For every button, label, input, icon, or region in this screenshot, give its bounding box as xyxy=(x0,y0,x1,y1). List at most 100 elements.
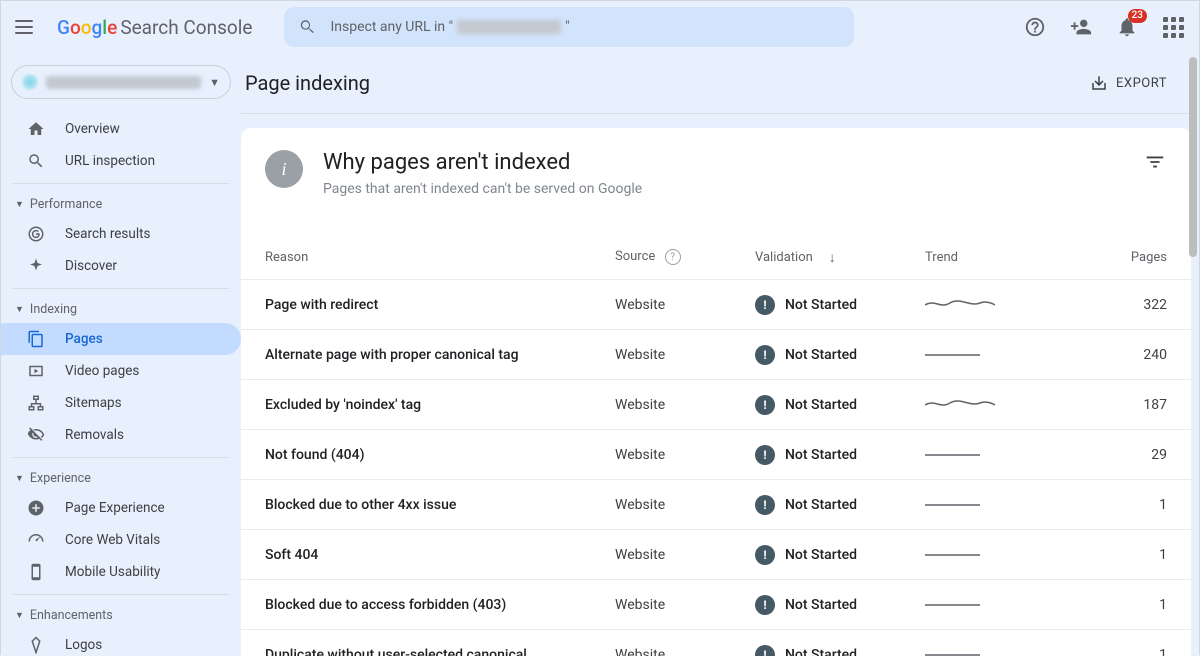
table-row[interactable]: Page with redirectWebsite!Not Started 322 xyxy=(241,279,1191,329)
sidebar-item-url-inspection[interactable]: URL inspection xyxy=(1,145,241,177)
warning-icon: ! xyxy=(755,645,775,656)
warning-icon: ! xyxy=(755,545,775,565)
cell-trend xyxy=(925,343,1055,367)
cell-reason: Page with redirect xyxy=(265,297,615,313)
cell-trend xyxy=(925,543,1055,567)
sidebar: ▼ Overview URL inspection ▼Performance S… xyxy=(1,53,241,656)
sparkline xyxy=(925,593,995,613)
table-row[interactable]: Soft 404Website!Not Started1 xyxy=(241,529,1191,579)
sparkline xyxy=(925,293,995,313)
cell-pages: 187 xyxy=(1055,397,1167,413)
redacted-property-name xyxy=(46,76,201,89)
cell-validation: !Not Started xyxy=(755,545,925,565)
sidebar-item-logos[interactable]: Logos xyxy=(1,629,241,656)
sidebar-item-discover[interactable]: Discover xyxy=(1,250,241,282)
warning-icon: ! xyxy=(755,395,775,415)
table-row[interactable]: Blocked due to access forbidden (403)Web… xyxy=(241,579,1191,629)
cell-reason: Not found (404) xyxy=(265,447,615,463)
sparkline xyxy=(925,443,995,463)
home-icon xyxy=(27,120,45,138)
cell-trend xyxy=(925,493,1055,517)
help-icon[interactable] xyxy=(1023,15,1047,39)
plus-circle-icon xyxy=(27,499,45,517)
card-subtitle: Pages that aren't indexed can't be serve… xyxy=(323,181,642,197)
notification-badge: 23 xyxy=(1128,9,1147,23)
cell-source: Website xyxy=(615,297,755,313)
scrollbar-thumb[interactable] xyxy=(1189,57,1197,257)
search-icon xyxy=(27,152,45,170)
visibility-off-icon xyxy=(27,426,45,444)
sidebar-item-cwv[interactable]: Core Web Vitals xyxy=(1,524,241,556)
sidebar-group-enhancements[interactable]: ▼Enhancements xyxy=(1,601,241,629)
url-inspect-search[interactable]: Inspect any URL in " " xyxy=(284,7,854,47)
menu-icon[interactable] xyxy=(15,15,39,39)
table-row[interactable]: Duplicate without user-selected canonica… xyxy=(241,629,1191,656)
sidebar-item-page-experience[interactable]: Page Experience xyxy=(1,492,241,524)
table-row[interactable]: Excluded by 'noindex' tagWebsite!Not Sta… xyxy=(241,379,1191,429)
sidebar-item-video-pages[interactable]: Video pages xyxy=(1,355,241,387)
property-favicon xyxy=(22,74,38,90)
cell-validation: !Not Started xyxy=(755,445,925,465)
col-pages[interactable]: Pages xyxy=(1055,250,1167,265)
col-reason[interactable]: Reason xyxy=(265,250,615,265)
apps-icon[interactable] xyxy=(1161,15,1185,39)
col-source[interactable]: Source ? xyxy=(615,249,755,266)
filter-icon[interactable] xyxy=(1143,150,1167,174)
search-icon xyxy=(298,18,316,36)
card-title: Why pages aren't indexed xyxy=(323,150,642,175)
logo[interactable]: Google Search Console xyxy=(57,16,252,39)
sidebar-item-removals[interactable]: Removals xyxy=(1,419,241,451)
why-not-indexed-card: i Why pages aren't indexed Pages that ar… xyxy=(241,128,1191,656)
download-icon xyxy=(1090,74,1108,92)
sidebar-item-sitemaps[interactable]: Sitemaps xyxy=(1,387,241,419)
sidebar-item-pages[interactable]: Pages xyxy=(1,323,241,355)
cell-source: Website xyxy=(615,497,755,513)
cell-pages: 29 xyxy=(1055,447,1167,463)
sidebar-group-performance[interactable]: ▼Performance xyxy=(1,190,241,218)
property-selector[interactable]: ▼ xyxy=(11,65,231,99)
cell-source: Website xyxy=(615,597,755,613)
help-icon[interactable]: ? xyxy=(665,249,681,265)
sparkline xyxy=(925,343,995,363)
cell-validation: !Not Started xyxy=(755,645,925,656)
table-row[interactable]: Alternate page with proper canonical tag… xyxy=(241,329,1191,379)
users-icon[interactable] xyxy=(1069,15,1093,39)
sort-desc-icon: ↓ xyxy=(829,249,836,266)
sidebar-item-search-results[interactable]: Search results xyxy=(1,218,241,250)
redacted-property-url xyxy=(457,20,561,34)
cell-reason: Soft 404 xyxy=(265,547,615,563)
sidebar-item-overview[interactable]: Overview xyxy=(1,113,241,145)
sitemap-icon xyxy=(27,394,45,412)
cell-reason: Excluded by 'noindex' tag xyxy=(265,397,615,413)
table-row[interactable]: Not found (404)Website!Not Started 29 xyxy=(241,429,1191,479)
sparkline xyxy=(925,543,995,563)
export-button[interactable]: EXPORT xyxy=(1090,74,1167,92)
notifications-icon[interactable]: 23 xyxy=(1115,15,1139,39)
topbar: Google Search Console Inspect any URL in… xyxy=(1,1,1199,53)
discover-icon xyxy=(27,257,45,275)
col-validation[interactable]: Validation ↓ xyxy=(755,249,925,266)
cell-source: Website xyxy=(615,547,755,563)
cell-reason: Blocked due to other 4xx issue xyxy=(265,497,615,513)
sidebar-group-indexing[interactable]: ▼Indexing xyxy=(1,295,241,323)
table-row[interactable]: Blocked due to other 4xx issueWebsite!No… xyxy=(241,479,1191,529)
cell-pages: 322 xyxy=(1055,297,1167,313)
cell-validation: !Not Started xyxy=(755,495,925,515)
content-area: Page indexing EXPORT i Why pages aren't … xyxy=(241,53,1199,656)
sidebar-item-mobile[interactable]: Mobile Usability xyxy=(1,556,241,588)
warning-icon: ! xyxy=(755,495,775,515)
cell-reason: Blocked due to access forbidden (403) xyxy=(265,597,615,613)
cell-trend xyxy=(925,443,1055,467)
cell-source: Website xyxy=(615,397,755,413)
col-trend[interactable]: Trend xyxy=(925,250,1055,265)
table-header: Reason Source ? Validation ↓ Trend Pages xyxy=(241,235,1191,279)
search-placeholder: Inspect any URL in " " xyxy=(330,19,569,35)
sidebar-group-experience[interactable]: ▼Experience xyxy=(1,464,241,492)
video-icon xyxy=(27,362,45,380)
diamond-icon xyxy=(27,636,45,654)
warning-icon: ! xyxy=(755,345,775,365)
warning-icon: ! xyxy=(755,445,775,465)
cell-source: Website xyxy=(615,447,755,463)
reasons-table: Reason Source ? Validation ↓ Trend Pages… xyxy=(241,235,1191,656)
cell-validation: !Not Started xyxy=(755,295,925,315)
